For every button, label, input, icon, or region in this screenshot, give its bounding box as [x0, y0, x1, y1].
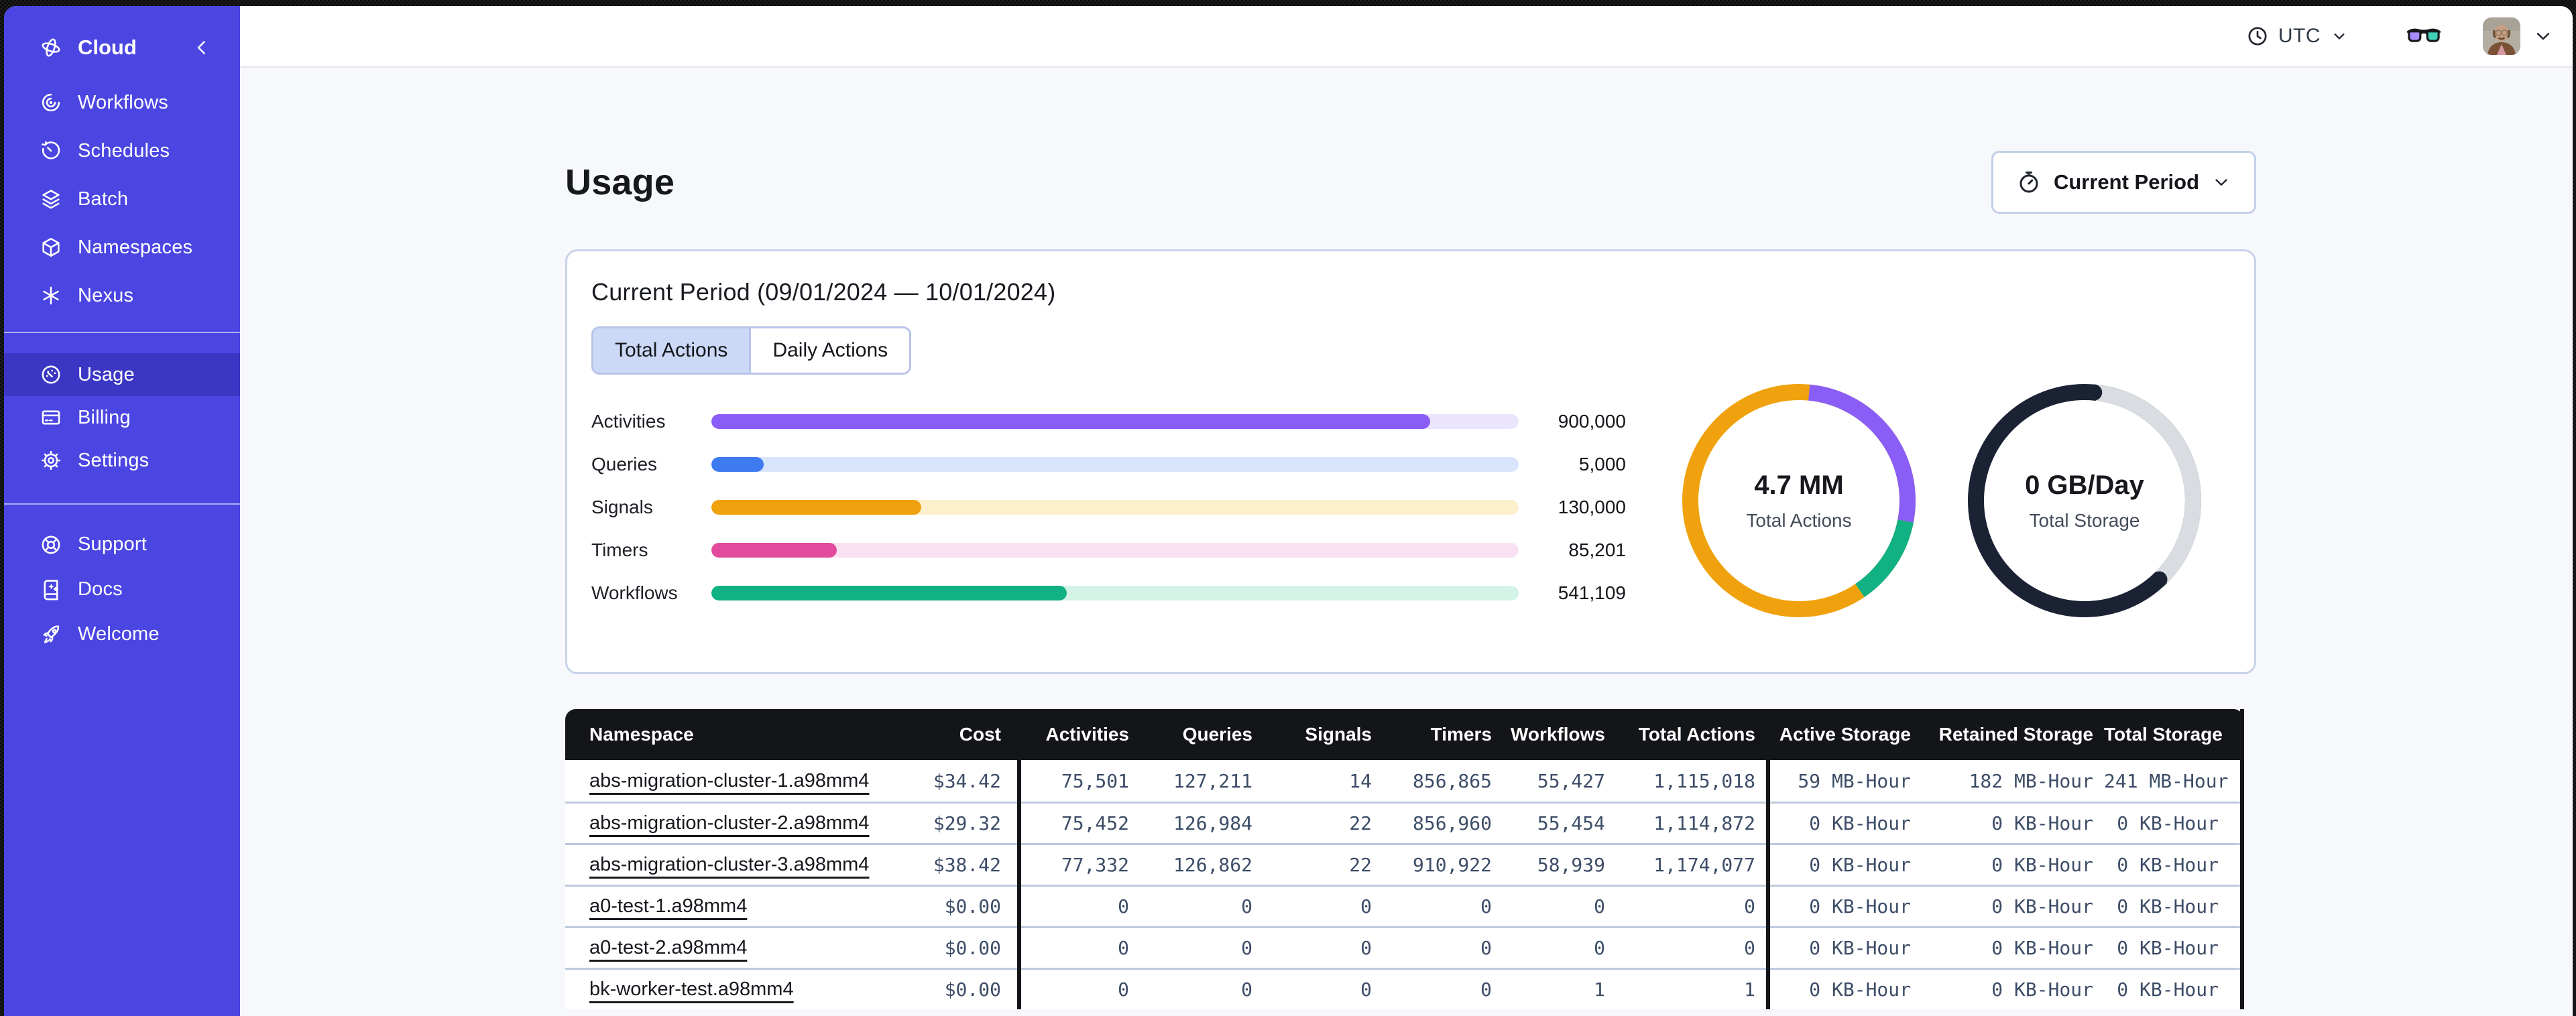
usage-gauge-icon	[39, 363, 63, 387]
sidebar-divider	[4, 503, 240, 505]
sidebar-item-workflows[interactable]: Workflows	[4, 78, 240, 127]
chevron-down-icon	[2215, 179, 2227, 186]
tab-total-actions[interactable]: Total Actions	[593, 328, 750, 373]
sidebar-item-batch[interactable]: Batch	[4, 175, 240, 223]
bar-queries: Queries 5,000	[591, 454, 1626, 474]
sidebar-item-support[interactable]: Support	[4, 522, 240, 567]
table-row: abs-migration-cluster-2.a98mm4 $29.32 75…	[565, 802, 2244, 843]
clock-icon	[2248, 27, 2267, 46]
total-actions-donut: 4.7 MM Total Actions	[1678, 380, 1920, 621]
sidebar-nav-account: Usage Billing Settings	[4, 353, 240, 482]
sidebar-item-billing[interactable]: Billing	[4, 396, 240, 439]
bar-workflows: Workflows 541,109	[591, 582, 1626, 603]
table-row: abs-migration-cluster-3.a98mm4 $38.42 77…	[565, 843, 2244, 885]
batch-icon	[39, 187, 63, 211]
namespaces-icon	[39, 235, 63, 259]
table-row: abs-migration-cluster-1.a98mm4 $34.42 75…	[565, 760, 2244, 802]
docs-book-icon	[39, 578, 63, 602]
usage-page: Usage Current Period Current Period (09/…	[240, 68, 2573, 1016]
support-lifebuoy-icon	[39, 533, 63, 557]
topbar: UTC	[240, 6, 2573, 68]
page-title: Usage	[565, 162, 675, 202]
bar-timers: Timers 85,201	[591, 539, 1626, 560]
bar-signals: Signals 130,000	[591, 497, 1626, 517]
sidebar-item-settings[interactable]: Settings	[4, 439, 240, 482]
glasses-icon[interactable]	[2406, 25, 2441, 48]
donut-value: 0 GB/Day	[2025, 470, 2144, 500]
bar-track	[711, 414, 1519, 429]
sidebar-item-schedules[interactable]: Schedules	[4, 127, 240, 175]
nexus-icon	[39, 283, 63, 308]
chevron-down-icon	[2334, 33, 2345, 40]
bar-fill	[711, 500, 922, 515]
brand-label: Cloud	[78, 36, 137, 59]
sidebar-nav-main: Workflows Schedules Batch Namespaces Nex…	[4, 78, 240, 320]
stopwatch-icon	[2019, 171, 2038, 193]
timezone-picker[interactable]: UTC	[2246, 25, 2349, 48]
workflows-icon	[39, 90, 63, 115]
timezone-label: UTC	[2278, 25, 2321, 47]
panel-title: Current Period (09/01/2024 — 10/01/2024)	[591, 278, 1056, 306]
schedules-icon	[39, 139, 63, 163]
table-column-divider	[1766, 709, 1770, 1009]
sidebar-item-nexus[interactable]: Nexus	[4, 271, 240, 320]
sidebar-nav-footer: Support Docs Welcome	[4, 522, 240, 657]
billing-card-icon	[39, 405, 63, 430]
welcome-rocket-icon	[39, 623, 63, 647]
main-area: UTC Usage Current Period Current Period …	[240, 6, 2573, 1016]
sidebar-collapse-icon[interactable]	[190, 36, 213, 59]
table-row: a0-test-1.a98mm4 $0.00 0 0 0 0 0 0 0 KB-…	[565, 885, 2244, 926]
bar-activities: Activities 900,000	[591, 411, 1626, 432]
user-menu-chevron-icon[interactable]	[2532, 25, 2554, 47]
table-row: a0-test-2.a98mm4 $0.00 0 0 0 0 0 0 0 KB-…	[565, 926, 2244, 968]
sidebar: Cloud Workflows Schedules Batch Namespac…	[4, 6, 240, 1016]
namespace-link[interactable]: a0-test-1.a98mm4	[589, 895, 747, 917]
bar-track	[711, 500, 1519, 515]
bar-fill	[711, 457, 764, 472]
actions-bar-chart: Activities 900,000 Queries 5,000 Signals	[591, 411, 1626, 628]
bar-track	[711, 457, 1519, 472]
bar-track	[711, 586, 1519, 600]
temporal-logo-icon	[39, 36, 63, 60]
namespace-link[interactable]: a0-test-2.a98mm4	[589, 937, 747, 958]
bar-track	[711, 543, 1519, 558]
namespace-usage-table: Namespace Cost Activities Queries Signal…	[565, 709, 2244, 1009]
sidebar-item-welcome[interactable]: Welcome	[4, 612, 240, 657]
donut-label: Total Actions	[1746, 509, 1852, 531]
table-row: bk-worker-test.a98mm4 $0.00 0 0 0 0 1 1 …	[565, 968, 2244, 1009]
bar-fill	[711, 543, 837, 558]
total-storage-donut: 0 GB/Day Total Storage	[1964, 380, 2205, 621]
table-right-border	[2240, 709, 2244, 1009]
namespace-link[interactable]: abs-migration-cluster-1.a98mm4	[589, 770, 869, 791]
bar-fill	[711, 414, 1430, 429]
donut-value: 4.7 MM	[1754, 470, 1844, 500]
app-window: Cloud Workflows Schedules Batch Namespac…	[4, 6, 2573, 1016]
tab-daily-actions[interactable]: Daily Actions	[749, 328, 910, 373]
sidebar-item-usage[interactable]: Usage	[4, 353, 240, 396]
sidebar-item-namespaces[interactable]: Namespaces	[4, 223, 240, 271]
sidebar-brand: Cloud	[4, 33, 240, 62]
settings-gear-icon	[39, 448, 63, 472]
namespace-link[interactable]: abs-migration-cluster-3.a98mm4	[589, 854, 869, 875]
current-period-panel: Current Period (09/01/2024 — 10/01/2024)…	[565, 249, 2256, 674]
namespace-link[interactable]: abs-migration-cluster-2.a98mm4	[589, 812, 869, 834]
table-header: Namespace Cost Activities Queries Signal…	[565, 709, 2244, 760]
namespace-link[interactable]: bk-worker-test.a98mm4	[589, 978, 794, 1000]
actions-tabs: Total Actions Daily Actions	[591, 326, 912, 375]
bar-fill	[711, 586, 1067, 600]
period-select-button[interactable]: Current Period	[1991, 151, 2256, 214]
table-column-divider	[1017, 709, 1021, 1009]
sidebar-item-docs[interactable]: Docs	[4, 567, 240, 612]
sidebar-divider	[4, 332, 240, 333]
avatar[interactable]	[2483, 17, 2520, 55]
donut-label: Total Storage	[2029, 509, 2140, 531]
